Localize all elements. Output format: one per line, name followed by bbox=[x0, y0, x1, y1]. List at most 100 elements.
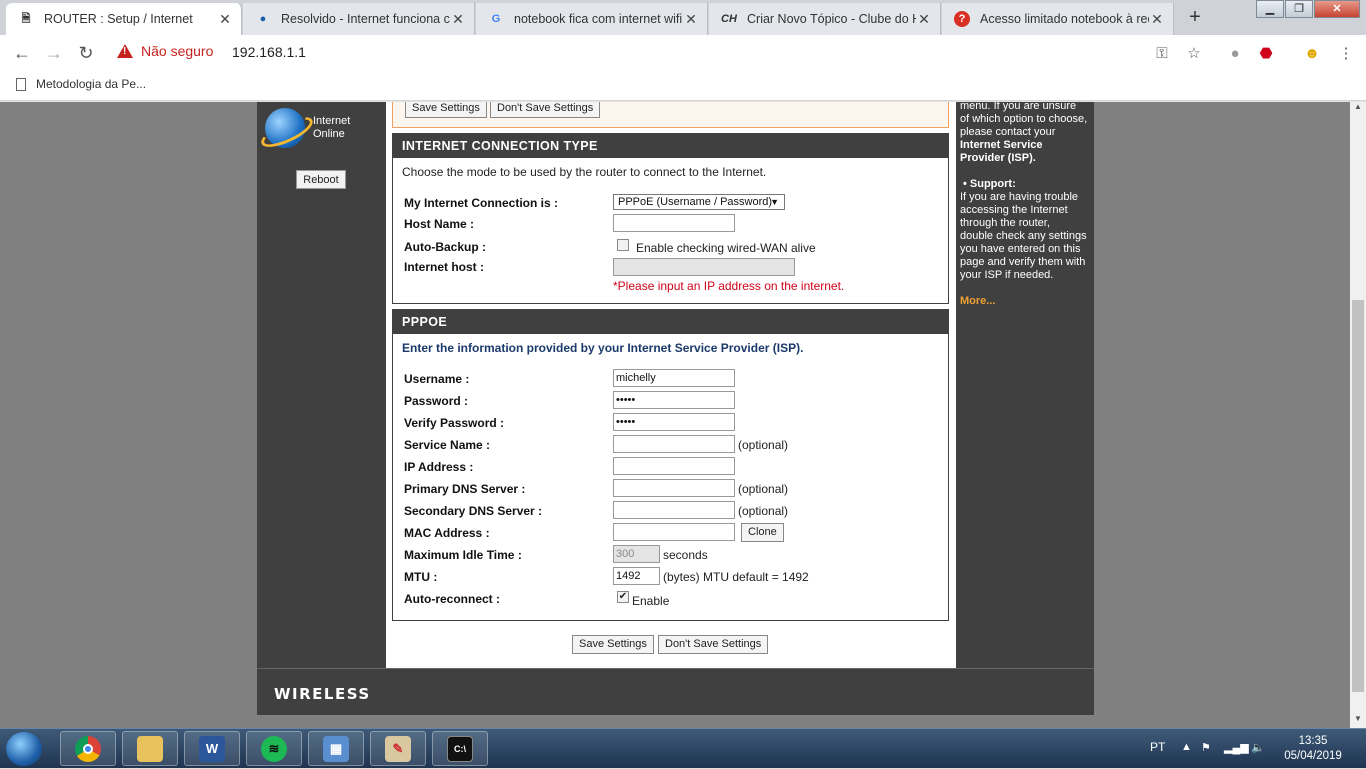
tab-title: Criar Novo Tópico - Clube do H bbox=[747, 12, 916, 26]
max-idle-time-input[interactable]: 300 bbox=[613, 545, 660, 563]
clone-button[interactable]: Clone bbox=[741, 523, 784, 542]
close-window-button[interactable]: ✕ bbox=[1314, 0, 1360, 18]
optional-note: (optional) bbox=[738, 504, 789, 518]
auto-reconnect-checkbox[interactable]: ✔ bbox=[617, 591, 629, 603]
close-icon[interactable]: ✕ bbox=[1149, 11, 1165, 28]
avatar[interactable]: ☻ bbox=[1302, 44, 1322, 64]
connection-type-label: My Internet Connection is : bbox=[404, 196, 559, 210]
taskbar-paint[interactable]: ✎ bbox=[370, 731, 426, 766]
left-sidebar: Internet Online Reboot bbox=[257, 102, 386, 668]
auto-reconnect-label: Auto-reconnect : bbox=[404, 592, 500, 606]
back-button[interactable]: ← bbox=[10, 42, 34, 64]
maximize-button[interactable]: ❐ bbox=[1285, 0, 1313, 18]
taskbar-explorer[interactable] bbox=[122, 731, 178, 766]
internet-globe-icon bbox=[265, 108, 305, 148]
ip-address-input[interactable] bbox=[613, 457, 735, 475]
help-text: you have entered on this bbox=[960, 243, 1081, 255]
auto-reconnect-option: Enable bbox=[632, 594, 670, 608]
connection-type-select[interactable]: PPPoE (Username / Password) ▼ bbox=[613, 194, 785, 210]
page-viewport: Internet Online Reboot Save Settings Don… bbox=[0, 102, 1350, 728]
clock-date: 05/04/2019 bbox=[1284, 750, 1342, 762]
taskbar-chrome[interactable] bbox=[60, 731, 116, 766]
extension-m-icon[interactable]: ● bbox=[1225, 44, 1245, 64]
connection-type-value: PPPoE (Username / Password) bbox=[618, 196, 773, 208]
auto-backup-checkbox[interactable] bbox=[617, 239, 629, 251]
taskbar-cmd[interactable]: C:\ bbox=[432, 731, 488, 766]
taskbar-word[interactable]: W bbox=[184, 731, 240, 766]
save-settings-button[interactable]: Save Settings bbox=[572, 635, 654, 654]
help-text: through the router, bbox=[960, 217, 1050, 229]
chrome-icon bbox=[75, 735, 101, 762]
help-text: double check any settings bbox=[960, 230, 1087, 242]
action-center-icon[interactable]: ⚑ bbox=[1201, 741, 1211, 754]
site-icon: ● bbox=[259, 13, 267, 25]
language-indicator[interactable]: PT bbox=[1150, 740, 1165, 754]
mac-address-input[interactable] bbox=[613, 523, 735, 541]
close-icon[interactable]: ✕ bbox=[683, 11, 699, 28]
scroll-up-icon[interactable]: ▲ bbox=[1350, 102, 1366, 116]
section-description: Enter the information provided by your I… bbox=[402, 341, 804, 355]
document-icon bbox=[16, 77, 26, 91]
minimize-button[interactable]: ▁ bbox=[1256, 0, 1284, 18]
primary-dns-input[interactable] bbox=[613, 479, 735, 497]
save-settings-button[interactable]: Save Settings bbox=[405, 102, 487, 118]
secondary-dns-input[interactable] bbox=[613, 501, 735, 519]
tab-router-setup[interactable]: 🗎 ROUTER : Setup / Internet ✕ bbox=[6, 3, 242, 35]
explorer-icon bbox=[137, 735, 163, 762]
close-icon[interactable]: ✕ bbox=[450, 11, 466, 28]
pppoe-section: PPPOE Enter the information provided by … bbox=[392, 309, 949, 621]
service-name-label: Service Name : bbox=[404, 438, 491, 452]
network-icon[interactable]: ▂▄▆ bbox=[1224, 741, 1249, 754]
dont-save-settings-button[interactable]: Don't Save Settings bbox=[490, 102, 601, 118]
security-indicator[interactable]: Não seguro bbox=[117, 43, 213, 59]
page-scrollbar[interactable]: ▲ ▼ bbox=[1350, 102, 1366, 728]
mtu-input[interactable]: 1492 bbox=[613, 567, 660, 585]
tab-clube-do-hardware[interactable]: CH Criar Novo Tópico - Clube do H ✕ bbox=[709, 3, 941, 35]
more-link[interactable]: More... bbox=[960, 295, 1090, 308]
tab-google-search[interactable]: G notebook fica com internet wifi ✕ bbox=[476, 3, 708, 35]
new-tab-button[interactable]: + bbox=[1183, 6, 1207, 28]
forward-button[interactable]: → bbox=[42, 42, 66, 64]
tab-resolvido[interactable]: ● Resolvido - Internet funciona co ✕ bbox=[243, 3, 475, 35]
tab-acesso-limitado[interactable]: ? Acesso limitado notebook à red ✕ bbox=[942, 3, 1174, 35]
scrollbar-thumb[interactable] bbox=[1352, 300, 1364, 692]
system-tray: PT ▲ ⚑ ▂▄▆ 🔈 13:35 05/04/2019 bbox=[1140, 729, 1366, 769]
mac-address-label: MAC Address : bbox=[404, 526, 490, 540]
start-button[interactable] bbox=[6, 732, 42, 766]
clock[interactable]: 13:35 05/04/2019 bbox=[1283, 734, 1343, 764]
security-label: Não seguro bbox=[141, 43, 214, 59]
key-icon[interactable]: ⚿ bbox=[1152, 44, 1172, 64]
verify-password-input[interactable]: ••••• bbox=[613, 413, 735, 431]
chevron-up-icon[interactable]: ▲ bbox=[1181, 741, 1192, 753]
primary-dns-label: Primary DNS Server : bbox=[404, 482, 526, 496]
help-text: If you are having trouble bbox=[960, 191, 1079, 203]
host-name-input[interactable] bbox=[613, 214, 735, 232]
address-bar[interactable]: 192.168.1.1 bbox=[232, 44, 306, 60]
scroll-down-icon[interactable]: ▼ bbox=[1350, 714, 1366, 728]
star-icon[interactable]: ☆ bbox=[1184, 44, 1204, 64]
reload-button[interactable]: ↻ bbox=[74, 42, 98, 64]
username-input[interactable]: michelly bbox=[613, 369, 735, 387]
word-icon: W bbox=[199, 735, 225, 762]
close-icon[interactable]: ✕ bbox=[217, 11, 233, 28]
taskbar-control-panel[interactable]: ▦ bbox=[308, 731, 364, 766]
internet-host-input[interactable] bbox=[613, 258, 795, 276]
help-text: your ISP if needed. bbox=[960, 269, 1054, 281]
service-name-input[interactable] bbox=[613, 435, 735, 453]
tab-title: Resolvido - Internet funciona co bbox=[281, 12, 450, 26]
close-icon[interactable]: ✕ bbox=[916, 11, 932, 28]
password-label: Password : bbox=[404, 394, 469, 408]
adblock-icon[interactable]: ⬣ bbox=[1256, 44, 1276, 64]
control-panel-icon: ▦ bbox=[323, 735, 349, 762]
menu-icon[interactable]: ⋮ bbox=[1336, 44, 1356, 64]
help-text: Provider (ISP). bbox=[960, 152, 1036, 164]
taskbar-spotify[interactable]: ≋ bbox=[246, 731, 302, 766]
internet-connection-type-section: INTERNET CONNECTION TYPE Choose the mode… bbox=[392, 133, 949, 304]
dont-save-settings-button[interactable]: Don't Save Settings bbox=[658, 635, 769, 654]
status-line: Online bbox=[313, 128, 345, 140]
reboot-button[interactable]: Reboot bbox=[296, 170, 346, 189]
volume-icon[interactable]: 🔈 bbox=[1251, 741, 1265, 754]
password-input[interactable]: ••••• bbox=[613, 391, 735, 409]
bookmark-item[interactable]: Metodologia da Pe... bbox=[16, 77, 146, 91]
mtu-note: (bytes) MTU default = 1492 bbox=[663, 570, 809, 584]
